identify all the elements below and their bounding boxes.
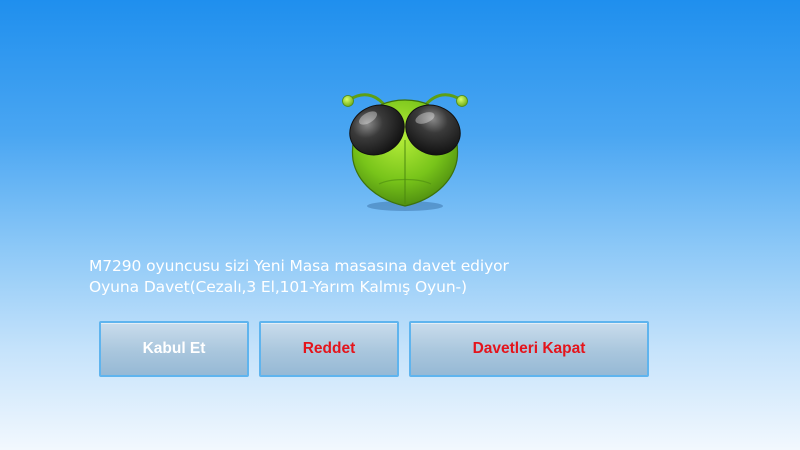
invite-message: M7290 oyuncusu sizi Yeni Masa masasına d… [89,256,509,298]
close-invites-button[interactable]: Davetleri Kapat [409,321,649,377]
reject-button[interactable]: Reddet [259,321,399,377]
accept-button[interactable]: Kabul Et [99,321,249,377]
bug-mascot-icon [342,93,468,211]
invite-line-1: M7290 oyuncusu sizi Yeni Masa masasına d… [89,257,509,275]
invite-line-2: Oyuna Davet(Cezalı,3 El,101-Yarım Kalmış… [89,278,468,296]
